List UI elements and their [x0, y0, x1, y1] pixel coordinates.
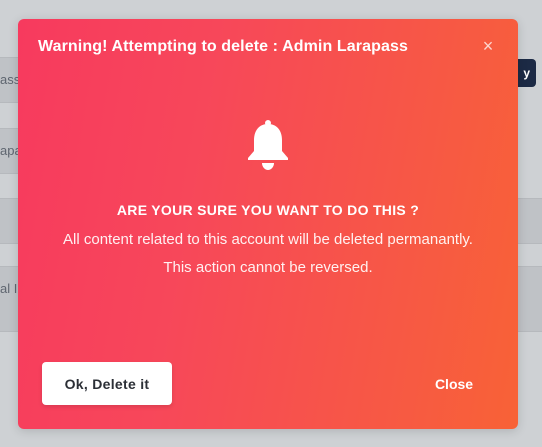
close-icon[interactable]: ×	[480, 36, 496, 56]
warning-message-line-1: All content related to this account will…	[63, 231, 473, 248]
warning-message-line-2: This action cannot be reversed.	[163, 259, 373, 276]
bell-icon	[248, 120, 288, 170]
modal-title: Warning! Attempting to delete : Admin La…	[38, 38, 408, 55]
confirm-delete-button[interactable]: Ok, Delete it	[42, 362, 172, 405]
close-button[interactable]: Close	[416, 369, 492, 399]
confirmation-heading: ARE YOUR SURE YOU WANT TO DO THIS ?	[116, 202, 420, 218]
delete-warning-modal: Warning! Attempting to delete : Admin La…	[18, 19, 518, 429]
